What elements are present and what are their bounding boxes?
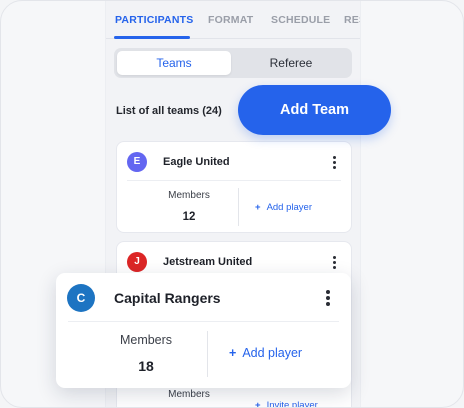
tab-schedule[interactable]: SCHEDULE <box>271 14 330 26</box>
team-name: Eagle United <box>163 156 230 168</box>
add-player-label: Add player <box>242 346 303 360</box>
app-frame: PARTICIPANTS FORMAT SCHEDULE RES Teams R… <box>0 0 464 408</box>
plus-icon: + <box>255 202 261 213</box>
team-name: Jetstream United <box>163 256 253 268</box>
divider <box>127 180 341 181</box>
avatar: C <box>67 284 95 312</box>
avatar: E <box>127 152 147 172</box>
more-options-icon[interactable] <box>333 256 337 271</box>
members-count: 18 <box>138 358 154 374</box>
avatar: J <box>127 252 147 272</box>
teams-segment[interactable]: Teams <box>117 51 231 75</box>
tab-bar: PARTICIPANTS FORMAT SCHEDULE RES <box>106 1 360 39</box>
referee-segment[interactable]: Referee <box>234 51 348 75</box>
members-label: Members <box>119 333 173 347</box>
divider <box>68 321 339 322</box>
tab-format[interactable]: FORMAT <box>208 14 253 26</box>
highlighted-team-card: C Capital Rangers Members 18 + Add player <box>56 273 351 388</box>
team-card: E Eagle United Members 12 + Add player <box>116 141 352 233</box>
add-player-button[interactable]: + Add player <box>229 346 302 360</box>
more-options-icon[interactable] <box>326 290 330 308</box>
invite-player-button[interactable]: + Invite player <box>255 400 318 408</box>
more-options-icon[interactable] <box>333 156 337 171</box>
tab-participants[interactable]: PARTICIPANTS <box>115 14 193 26</box>
add-team-button[interactable]: Add Team <box>238 85 391 135</box>
add-player-button[interactable]: + Add player <box>255 202 312 213</box>
add-player-label: Add player <box>266 202 312 213</box>
plus-icon: + <box>229 346 237 360</box>
divider <box>238 188 239 226</box>
tab-results[interactable]: RES <box>344 14 360 26</box>
teams-referee-toggle: Teams Referee <box>114 48 352 78</box>
members-count: 12 <box>182 211 196 223</box>
teams-list-title: List of all teams (24) <box>116 105 222 117</box>
divider <box>207 331 208 377</box>
team-name: Capital Rangers <box>114 290 221 306</box>
active-tab-indicator <box>114 36 190 39</box>
members-label: Members <box>168 190 210 201</box>
members-label: Members <box>168 389 210 400</box>
invite-player-label: Invite player <box>266 400 318 408</box>
plus-icon: + <box>255 400 261 408</box>
